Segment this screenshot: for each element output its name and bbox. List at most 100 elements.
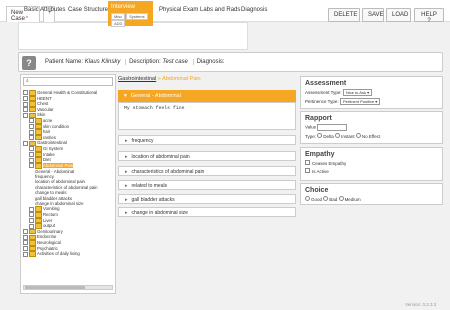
patient-info: Patient Name: Klaus Klinsky Description:… (45, 59, 225, 65)
tree-item-label: GI System (43, 146, 64, 152)
question-gall-bladder-attacks[interactable]: ▸ gall bladder attacks (118, 194, 296, 204)
tree-horizontal-scrollbar[interactable] (23, 285, 113, 290)
expand-toggle-icon[interactable] (29, 206, 34, 212)
nav-case-structure[interactable]: Case Structure (65, 1, 111, 26)
question-location-of-abdominal-pain[interactable]: ▸ location of abdominal pain (118, 151, 296, 161)
nav-basic-attributes[interactable]: Basic Attributes (21, 1, 68, 26)
chevron-right-icon: ▸ (125, 210, 128, 216)
expand-toggle-icon[interactable] (23, 229, 28, 235)
tree-item-label: Endocrine (37, 234, 57, 240)
rapport-type-instant[interactable]: Instant (335, 133, 355, 139)
assessment-box: Assessment Assessment Type: Nice to Ask … (300, 76, 443, 109)
tree-item-label: frequency (35, 173, 54, 179)
choice-bad[interactable]: Bad (323, 196, 337, 202)
help-button[interactable]: HELP ? (414, 8, 444, 24)
patient-name[interactable]: Klaus Klinsky (85, 59, 121, 65)
nav-physical-exam[interactable]: Physical Exam (156, 1, 201, 26)
choice-title: Choice (305, 187, 329, 194)
expand-toggle-icon[interactable] (29, 163, 34, 169)
answer-textarea[interactable]: My stomach feels fine (118, 102, 296, 130)
rapport-title: Rapport (305, 115, 332, 122)
search-input[interactable]: ⌕ (23, 77, 113, 86)
subtab-misc[interactable]: Misc (111, 13, 126, 20)
tree-item-label: acne (43, 118, 53, 124)
save-button[interactable]: SAVE (362, 8, 384, 22)
empathy-ceases-checkbox[interactable]: Ceases Empathy (301, 159, 442, 167)
expand-toggle-icon[interactable] (29, 135, 34, 141)
chevron-right-icon: ▸ (125, 183, 128, 189)
subtab-add[interactable]: ADD (111, 20, 126, 27)
tree-item-label: location of abdominal pain (35, 179, 85, 185)
nav-labs-and-rads[interactable]: Labs and Rads (197, 1, 243, 26)
patient-bar: ? Patient Name: Klaus Klinsky Descriptio… (18, 52, 443, 72)
rapport-type-no-effect[interactable]: No Effect (355, 133, 380, 139)
load-button[interactable]: LOAD (386, 8, 411, 22)
breadcrumb-current: Abdominal Pain (162, 76, 201, 82)
tree-item-label: skin condition (43, 123, 70, 129)
expand-toggle-icon[interactable] (23, 90, 28, 96)
question-change-in-abdominal-size[interactable]: ▸ change in abdominal size (118, 207, 296, 217)
expand-toggle-icon[interactable] (23, 107, 28, 113)
expand-toggle-icon[interactable] (29, 124, 34, 130)
nav-diagnosis[interactable]: Diagnosis (240, 1, 270, 26)
expand-toggle-icon[interactable] (29, 217, 34, 223)
nav-interview-label: Interview (111, 4, 136, 10)
tree-item-label: Vomiting (43, 206, 60, 212)
patient-description[interactable]: Test case (162, 59, 187, 65)
expand-toggle-icon[interactable] (23, 140, 28, 146)
patient-diagnosis[interactable]: Diagnosis: (197, 59, 225, 65)
delete-button[interactable]: DELETE (328, 8, 360, 22)
rapport-value-input[interactable] (317, 124, 348, 131)
tree-item-label: Abdominal Pain (43, 162, 74, 168)
breadcrumb-parent[interactable]: Gastrointestinal (118, 76, 156, 82)
expand-toggle-icon[interactable] (29, 152, 34, 158)
tree-item-label: General - Abdominal (35, 168, 75, 174)
tree-item-label: characteristics of abdominal pain (35, 184, 98, 190)
expand-toggle-icon[interactable] (23, 101, 28, 107)
active-question-header[interactable]: ▾ General - Abdominal (118, 90, 296, 102)
expand-toggle-icon[interactable] (23, 240, 28, 246)
category-tree: General Health & Constitutional HEENT Ches… (23, 90, 113, 283)
expand-toggle-icon[interactable] (29, 212, 34, 218)
pertinence-type-select[interactable]: Pertinent Positive ▾ (339, 98, 381, 105)
active-question-title: General - Abdominal (130, 93, 181, 99)
question-icon: ? (22, 56, 36, 70)
expand-toggle-icon[interactable] (29, 129, 34, 135)
tree-item-label: Chest (37, 101, 49, 107)
tree-item-label: Neurological (37, 240, 61, 246)
tree-item-label: General Health & Constitutional (37, 90, 98, 95)
expand-toggle-icon[interactable] (29, 157, 34, 163)
tree-item-label: Rectum (43, 211, 58, 217)
tree-item-label: Psychiatric (37, 245, 58, 251)
expand-toggle-icon[interactable] (29, 118, 34, 124)
tree-item-label: Gastrointestinal (37, 140, 67, 146)
tree-item-label: change to meals (35, 190, 67, 196)
chevron-down-icon: ▾ (124, 93, 127, 99)
question-related-to-meals[interactable]: ▸ related to meals (118, 180, 296, 190)
tree-item-label: Liver (43, 217, 53, 223)
expand-toggle-icon[interactable] (23, 246, 28, 251)
expand-toggle-icon[interactable] (23, 95, 28, 101)
expand-toggle-icon[interactable] (23, 234, 28, 240)
chevron-right-icon: ▸ (125, 169, 128, 175)
scrollbar-thumb[interactable] (25, 286, 85, 289)
question-frequency[interactable]: ▸ frequency (118, 135, 296, 145)
expand-toggle-icon[interactable] (29, 146, 34, 152)
expand-toggle-icon[interactable] (23, 112, 28, 118)
rapport-box: Rapport Value Type: Delta Instant No Eff… (300, 111, 443, 144)
chevron-right-icon: ▸ (125, 197, 128, 203)
choice-good[interactable]: Good (305, 196, 322, 202)
empathy-is-active-checkbox[interactable]: Is Active (301, 167, 442, 175)
question-characteristics-of-abdominal-pain[interactable]: ▸ characteristics of abdominal pain (118, 166, 296, 176)
tree-item-label: output (43, 223, 55, 229)
tree-item-label: hair (43, 129, 51, 135)
expand-toggle-icon[interactable] (29, 223, 34, 229)
choice-medium[interactable]: Medium (338, 196, 361, 202)
expand-toggle-icon[interactable] (23, 251, 28, 257)
rapport-type-delta[interactable]: Delta (317, 133, 334, 139)
tree-item[interactable]: Activities of daily living (23, 251, 113, 257)
chevron-right-icon: ▸ (125, 154, 128, 160)
subtab-systems[interactable]: Systems (126, 13, 148, 20)
nav-interview[interactable]: Interview Misc SystemsADD (108, 1, 153, 27)
assessment-type-select[interactable]: Nice to Ask ▾ (342, 89, 373, 96)
